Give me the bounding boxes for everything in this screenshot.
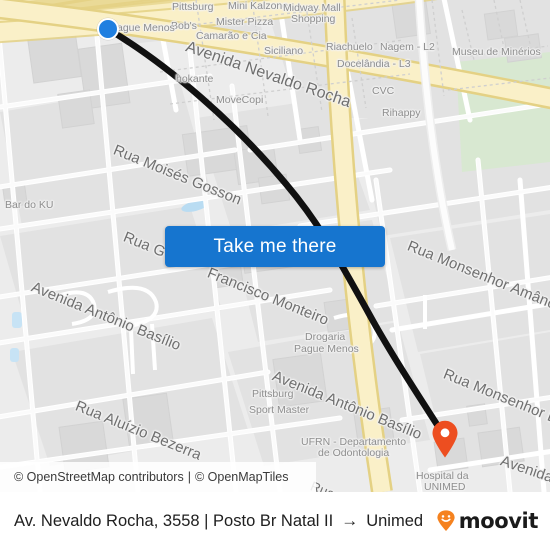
destination-pin-icon [432, 420, 458, 458]
moovit-logo[interactable]: moovit [435, 509, 538, 533]
map-screenshot: Pittsburg Mini Kalzone Midway Mall Shopping… [0, 0, 550, 550]
arrow-right-icon: → [341, 511, 359, 530]
attribution-separator: | [187, 470, 191, 484]
attribution-osm[interactable]: © OpenStreetMap contributors [14, 470, 184, 484]
trip-footer: Av. Nevaldo Rocha, 3558 | Posto Br Natal… [0, 492, 550, 550]
origin-marker[interactable] [97, 18, 119, 40]
attribution-openmaptiles[interactable]: © OpenMapTiles [195, 470, 289, 484]
trip-destination-label: Unimed [366, 511, 424, 530]
destination-marker[interactable] [431, 420, 459, 458]
trip-summary: Av. Nevaldo Rocha, 3558 | Posto Br Natal… [14, 511, 423, 531]
map-canvas[interactable]: Pittsburg Mini Kalzone Midway Mall Shopping… [0, 0, 550, 492]
map-attribution: © OpenStreetMap contributors | © OpenMap… [0, 462, 316, 492]
moovit-pin-smiley-icon [437, 510, 455, 531]
moovit-wordmark: moovit [458, 509, 539, 533]
trip-origin-label: Av. Nevaldo Rocha, 3558 | Posto Br Natal… [14, 511, 334, 530]
take-me-there-button[interactable]: Take me there [165, 226, 385, 267]
